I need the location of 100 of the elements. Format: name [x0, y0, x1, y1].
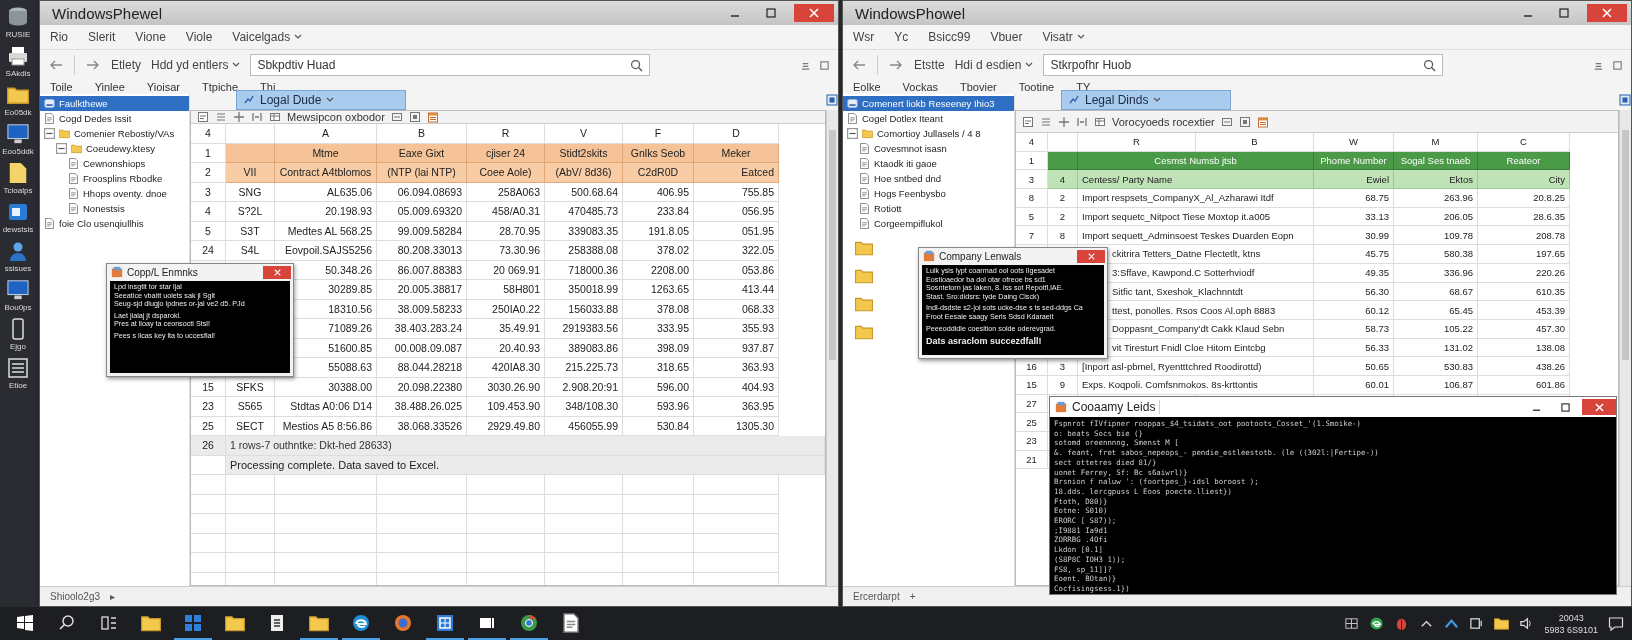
table-cell: 363.95: [694, 397, 779, 417]
table-cell: 580.38: [1394, 245, 1478, 264]
table-cell: (AbV/ 8d36): [545, 163, 623, 183]
table-cell: Stidt2skits: [545, 143, 623, 163]
table-cell: 378.02: [623, 241, 694, 261]
table-cell: Eovpoil.SAJS5256: [275, 241, 377, 261]
column-header: R: [467, 124, 545, 144]
table-cell: 596.00: [623, 377, 694, 397]
clock-text: 5983 6S9101: [1544, 624, 1598, 635]
toolbar-label: Mewsipcon oxbodor: [287, 111, 385, 123]
table-cell: 250IA0.22: [467, 299, 545, 319]
table-cell: cjiser 24: [467, 143, 545, 163]
table-cell: 937.87: [694, 338, 779, 358]
table-cell: 350018.99: [545, 280, 623, 300]
table-cell: 50.65: [1314, 357, 1394, 376]
table-cell: 58.73: [1314, 319, 1394, 339]
table-cell: 755.85: [694, 182, 779, 202]
table-cell: 86.007.88383: [377, 260, 467, 280]
row-header: 3: [1016, 170, 1048, 190]
table-cell: 05.009.69320: [377, 202, 467, 222]
table-cell: 60.12: [1314, 301, 1394, 320]
table-cell: Ewiel: [1314, 170, 1394, 190]
row-header: 23: [1016, 432, 1048, 451]
table-cell: 109.453.90: [467, 397, 545, 417]
table-cell: S565: [226, 397, 275, 417]
table-cell: 458/A0.31: [467, 202, 545, 222]
table-cell: 2208.00: [623, 260, 694, 280]
table-cell: Ektos: [1394, 170, 1478, 190]
column-header: A: [275, 124, 377, 144]
table-cell: 208.78: [1478, 226, 1570, 246]
table-cell: 718000.36: [545, 260, 623, 280]
terminal-title: Cooaamy Leids: [1072, 400, 1161, 414]
table-cell: 398.09: [623, 338, 694, 358]
table-cell: 2.908.20:91: [545, 377, 623, 397]
table-cell: 1263.65: [623, 280, 694, 300]
table-cell: 35.49.91: [467, 319, 545, 339]
column-header: B: [377, 124, 467, 144]
table-cell: 20 069.91: [467, 260, 545, 280]
table-cell: 131.02: [1394, 338, 1478, 358]
table-cell: 500.68.64: [545, 182, 623, 202]
table-cell: VII: [226, 163, 275, 183]
table-cell: 258A063: [467, 182, 545, 202]
row-header: 23: [191, 397, 226, 417]
table-cell: 45.75: [1314, 245, 1394, 264]
row-header: 25: [1016, 413, 1048, 432]
table-cell: 80.208.33013: [377, 241, 467, 261]
column-header: V: [545, 124, 623, 144]
table-cell: 60.01: [1314, 375, 1394, 395]
table-cell: 00.008.09.087: [377, 338, 467, 358]
table-cell: 38.403.283.24: [377, 319, 467, 339]
table-cell: C2dR0D: [623, 163, 694, 183]
table-cell: 06.094.08693: [377, 182, 467, 202]
table-cell: Meker: [694, 143, 779, 163]
table-cell: 610.35: [1478, 282, 1570, 302]
table-cell: 413.44: [694, 280, 779, 300]
table-cell: 051.95: [694, 221, 779, 241]
table-cell: 49.35: [1314, 263, 1394, 283]
table-cell: 530.83: [1394, 357, 1478, 376]
table-cell: 336.96: [1394, 263, 1478, 283]
table-cell: 2: [1048, 207, 1078, 227]
table-cell: City: [1478, 170, 1570, 190]
table-cell: Import respsets_CompanyX_Al_Azharawi Itdf: [1078, 189, 1314, 208]
row-header: 24: [191, 241, 226, 261]
table-cell: Centess/ Party Name: [1078, 170, 1314, 190]
table-cell: 56.30: [1314, 282, 1394, 302]
table-cell: 348/108.30: [545, 397, 623, 417]
table-cell: Gnlks Seob: [623, 143, 694, 163]
table-cell: 420IA8.30: [467, 358, 545, 378]
column-header: M: [1394, 133, 1478, 152]
table-cell: 99.009.58284: [377, 221, 467, 241]
table-cell: 3030.26.90: [467, 377, 545, 397]
table-cell: 28.6.35: [1478, 207, 1570, 227]
table-cell: 470485.73: [545, 202, 623, 222]
window-title: WindowsPhowel: [855, 4, 967, 22]
table-cell: 206.05: [1394, 207, 1478, 227]
table-cell: 20.40.93: [467, 338, 545, 358]
column-header: C: [1478, 133, 1570, 152]
table-cell: 20.005.38817: [377, 280, 467, 300]
console-line: Dats asraclom succezdfall!: [926, 336, 1043, 348]
table-cell: 601.86: [1478, 375, 1570, 395]
clock-text: 20043: [1558, 612, 1584, 623]
table-cell: 220.26: [1478, 263, 1570, 283]
table-cell: 215.225.73: [545, 358, 623, 378]
table-cell: S3T: [226, 221, 275, 241]
column-header: F: [623, 124, 694, 144]
table-cell: 389083.86: [545, 338, 623, 358]
table-cell: 68.67: [1394, 282, 1478, 302]
row-header: 8: [1016, 189, 1048, 208]
table-cell: 406.95: [623, 182, 694, 202]
table-cell: Stdtas A0:06 D14: [275, 397, 377, 417]
table-cell: 258388.08: [545, 241, 623, 261]
table-cell: 156033.88: [545, 299, 623, 319]
column-header: 4: [1016, 133, 1048, 152]
table-cell: Import sequetc_Nitpoct Tiese Moxtop it.a005: [1078, 207, 1314, 227]
table-cell: Eatced: [694, 163, 779, 183]
table-cell: 322.05: [694, 241, 779, 261]
table-cell: 4: [1048, 170, 1078, 190]
table-cell: 20.198.93: [275, 202, 377, 222]
table-cell: 339083.35: [545, 221, 623, 241]
column-header: W: [1314, 133, 1394, 152]
